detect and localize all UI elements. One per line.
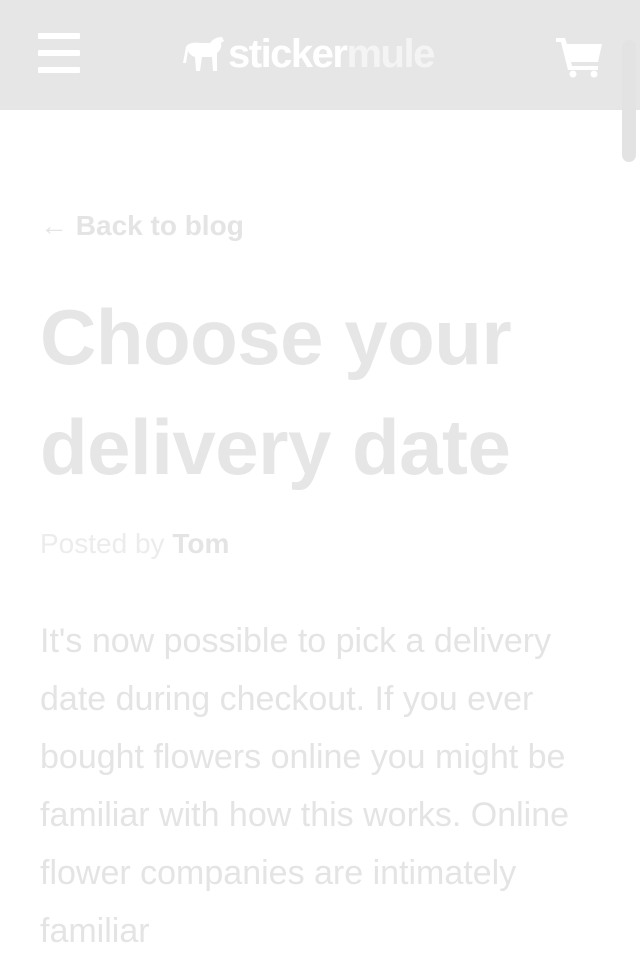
logo-text-mule: mule	[346, 32, 435, 76]
shopping-cart-icon[interactable]	[556, 36, 604, 78]
author-link[interactable]: Tom	[172, 528, 229, 559]
logo-text-sticker: sticker	[228, 32, 348, 76]
article-title: Choose your delivery date	[40, 293, 512, 491]
back-to-blog-link[interactable]: ← Back to blog	[40, 210, 244, 242]
byline-prefix: Posted by	[40, 528, 165, 559]
article-body: It's now possible to pick a delivery dat…	[40, 622, 570, 950]
article-byline: Posted by Tom	[40, 528, 229, 560]
mule-logo-icon	[183, 37, 224, 71]
top-header: stickermule	[0, 0, 640, 110]
scrollbar-thumb[interactable]	[622, 40, 636, 162]
hamburger-menu-icon[interactable]	[38, 33, 80, 73]
stickermule-logo[interactable]: stickermule	[180, 30, 435, 78]
